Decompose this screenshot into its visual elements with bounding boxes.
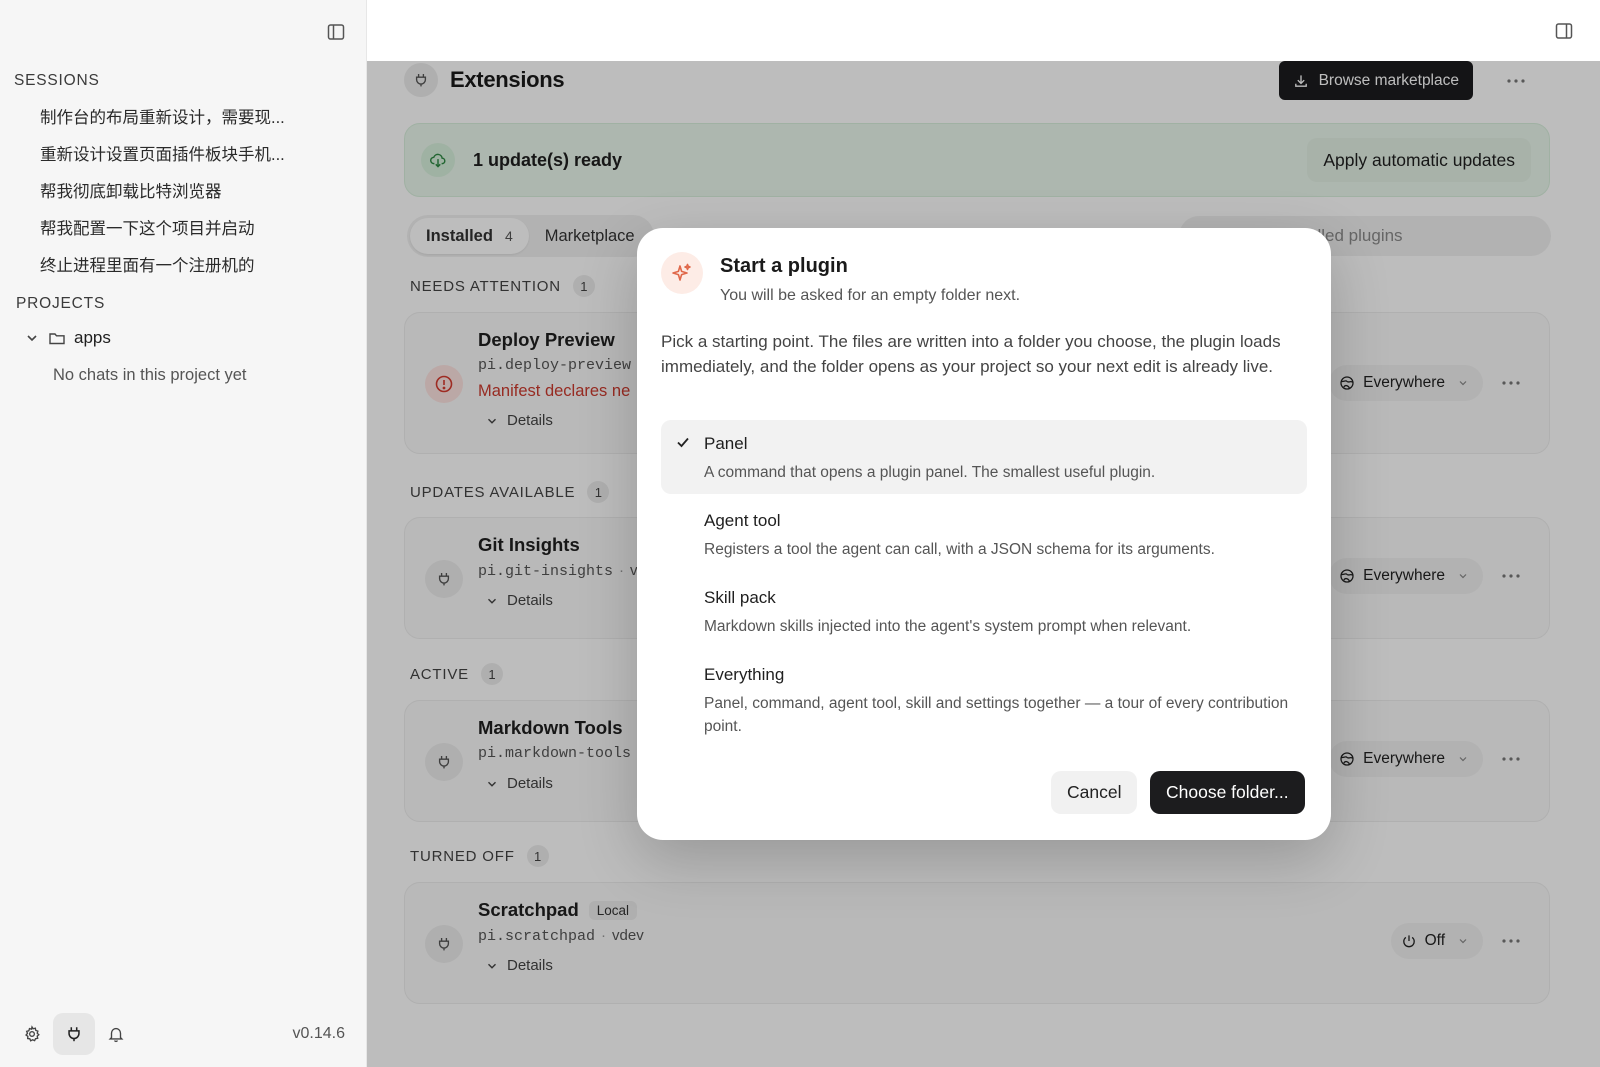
option-label: Everything [704,665,785,684]
plugins-button[interactable] [53,1013,95,1055]
cancel-button[interactable]: Cancel [1051,771,1138,814]
folder-icon [48,329,66,347]
gear-icon [23,1025,41,1043]
right-panel-toggle-icon[interactable] [1552,19,1576,43]
option-everything[interactable]: Everything Panel, command, agent tool, s… [661,651,1307,747]
session-item[interactable]: 终止进程里面有一个注册机的 [40,252,305,276]
empty-project-message: No chats in this project yet [53,366,247,384]
dialog-description: Pick a starting point. The files are wri… [661,332,1281,376]
option-description: Panel, command, agent tool, skill and se… [704,695,1289,735]
option-panel[interactable]: Panel A command that opens a plugin pane… [661,420,1307,494]
sessions-heading: SESSIONS [14,72,100,89]
dialog-title: Start a plugin [720,255,848,277]
chevron-down-icon [24,330,40,346]
project-name: apps [74,328,111,347]
sidebar-footer: v0.14.6 [0,1005,367,1067]
top-bar [367,0,1600,61]
app-version: v0.14.6 [292,1025,345,1042]
option-description: Markdown skills injected into the agent'… [704,618,1192,635]
option-label: Agent tool [704,511,781,530]
notifications-button[interactable] [95,1013,137,1055]
session-item[interactable]: 重新设计设置页面插件板块手机... [40,141,305,165]
option-skill-pack[interactable]: Skill pack Markdown skills injected into… [661,574,1307,648]
sidebar: SESSIONS 制作台的布局重新设计，需要现... 重新设计设置页面插件板块手… [0,0,367,1067]
choose-folder-button[interactable]: Choose folder... [1150,771,1305,814]
bell-icon [107,1025,125,1043]
dialog-subtitle: You will be asked for an empty folder ne… [720,287,1021,304]
option-agent-tool[interactable]: Agent tool Registers a tool the agent ca… [661,497,1307,571]
option-description: Registers a tool the agent can call, wit… [704,541,1215,558]
option-description: A command that opens a plugin panel. The… [704,464,1156,481]
session-item[interactable]: 帮我彻底卸载比特浏览器 [40,178,305,202]
plug-icon [65,1025,83,1043]
sidebar-toggle-icon[interactable] [324,20,348,44]
session-item[interactable]: 制作台的布局重新设计，需要现... [40,104,305,128]
projects-heading: PROJECTS [16,295,106,312]
settings-button[interactable] [11,1013,53,1055]
option-label: Panel [704,434,748,453]
sparkle-icon [661,252,703,294]
session-item[interactable]: 帮我配置一下这个项目并启动 [40,215,305,239]
start-plugin-dialog: Start a plugin You will be asked for an … [637,228,1331,840]
check-icon [675,434,691,450]
project-apps[interactable]: apps [24,328,111,348]
option-label: Skill pack [704,588,776,607]
